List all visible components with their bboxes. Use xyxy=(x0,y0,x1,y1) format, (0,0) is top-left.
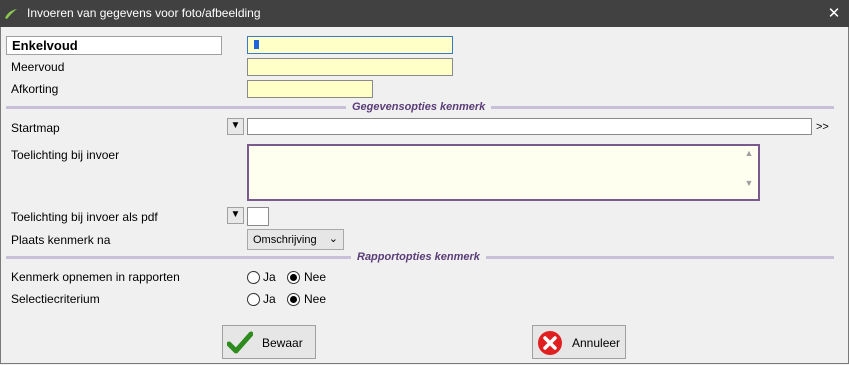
toelichting-label: Toelichting bij invoer xyxy=(11,148,120,162)
selectie-label: Selectiecriterium xyxy=(11,292,100,306)
save-button[interactable]: Bewaar xyxy=(222,325,316,359)
plaats-kenmerk-value: Omschrijving xyxy=(253,234,317,246)
close-icon[interactable]: ✕ xyxy=(819,0,849,27)
enkelvoud-input[interactable] xyxy=(247,36,453,54)
save-button-label: Bewaar xyxy=(262,336,303,350)
toelichting-pdf-dropdown-button[interactable]: ▼ xyxy=(227,207,244,224)
startmap-input[interactable] xyxy=(247,118,812,135)
toelichting-textarea[interactable]: ▲ ▼ xyxy=(247,144,760,201)
cancel-x-icon xyxy=(538,331,562,355)
app-leaf-icon xyxy=(5,9,17,19)
window-title: Invoeren van gegevens voor foto/afbeeldi… xyxy=(27,6,261,20)
textarea-scrollbar[interactable]: ▲ ▼ xyxy=(742,148,756,194)
meervoud-label: Meervoud xyxy=(11,60,65,74)
startmap-browse-button[interactable]: >> xyxy=(816,121,829,133)
toelichting-pdf-input[interactable] xyxy=(247,207,269,226)
selectie-nee-radio[interactable] xyxy=(287,293,300,306)
chevron-down-icon: ⌄ xyxy=(328,233,338,245)
toelichting-pdf-label: Toelichting bij invoer als pdf xyxy=(11,210,158,224)
plaats-kenmerk-select[interactable]: Omschrijving ⌄ xyxy=(247,229,344,250)
cancel-button[interactable]: Annuleer xyxy=(532,325,626,359)
gegevensopties-header: Gegevensopties kenmerk xyxy=(346,101,492,113)
selectie-nee-label: Nee xyxy=(304,292,327,306)
selectie-ja-label: Ja xyxy=(263,292,276,306)
afkorting-input[interactable] xyxy=(247,80,373,98)
cancel-button-label: Annuleer xyxy=(572,336,621,350)
opnemen-nee-label: Nee xyxy=(304,270,327,284)
opnemen-ja-label: Ja xyxy=(263,270,276,284)
startmap-label: Startmap xyxy=(11,121,60,135)
enkelvoud-label: Enkelvoud xyxy=(12,38,78,53)
scroll-up-icon[interactable]: ▲ xyxy=(742,148,756,158)
enkelvoud-label-box: Enkelvoud xyxy=(6,36,222,55)
opnemen-nee-radio[interactable] xyxy=(287,271,300,284)
opnemen-label: Kenmerk opnemen in rapporten xyxy=(11,270,180,284)
title-bar: Invoeren van gegevens voor foto/afbeeldi… xyxy=(0,0,849,27)
checkmark-icon xyxy=(227,331,253,354)
rapportopties-header: Rapportopties kenmerk xyxy=(351,251,486,263)
plaats-kenmerk-label: Plaats kenmerk na xyxy=(11,233,111,247)
scroll-down-icon[interactable]: ▼ xyxy=(742,178,756,188)
selectie-ja-radio[interactable] xyxy=(247,293,260,306)
text-cursor xyxy=(254,40,259,49)
afkorting-label: Afkorting xyxy=(11,82,59,96)
startmap-dropdown-button[interactable]: ▼ xyxy=(227,118,244,135)
meervoud-input[interactable] xyxy=(247,58,453,76)
opnemen-ja-radio[interactable] xyxy=(247,271,260,284)
